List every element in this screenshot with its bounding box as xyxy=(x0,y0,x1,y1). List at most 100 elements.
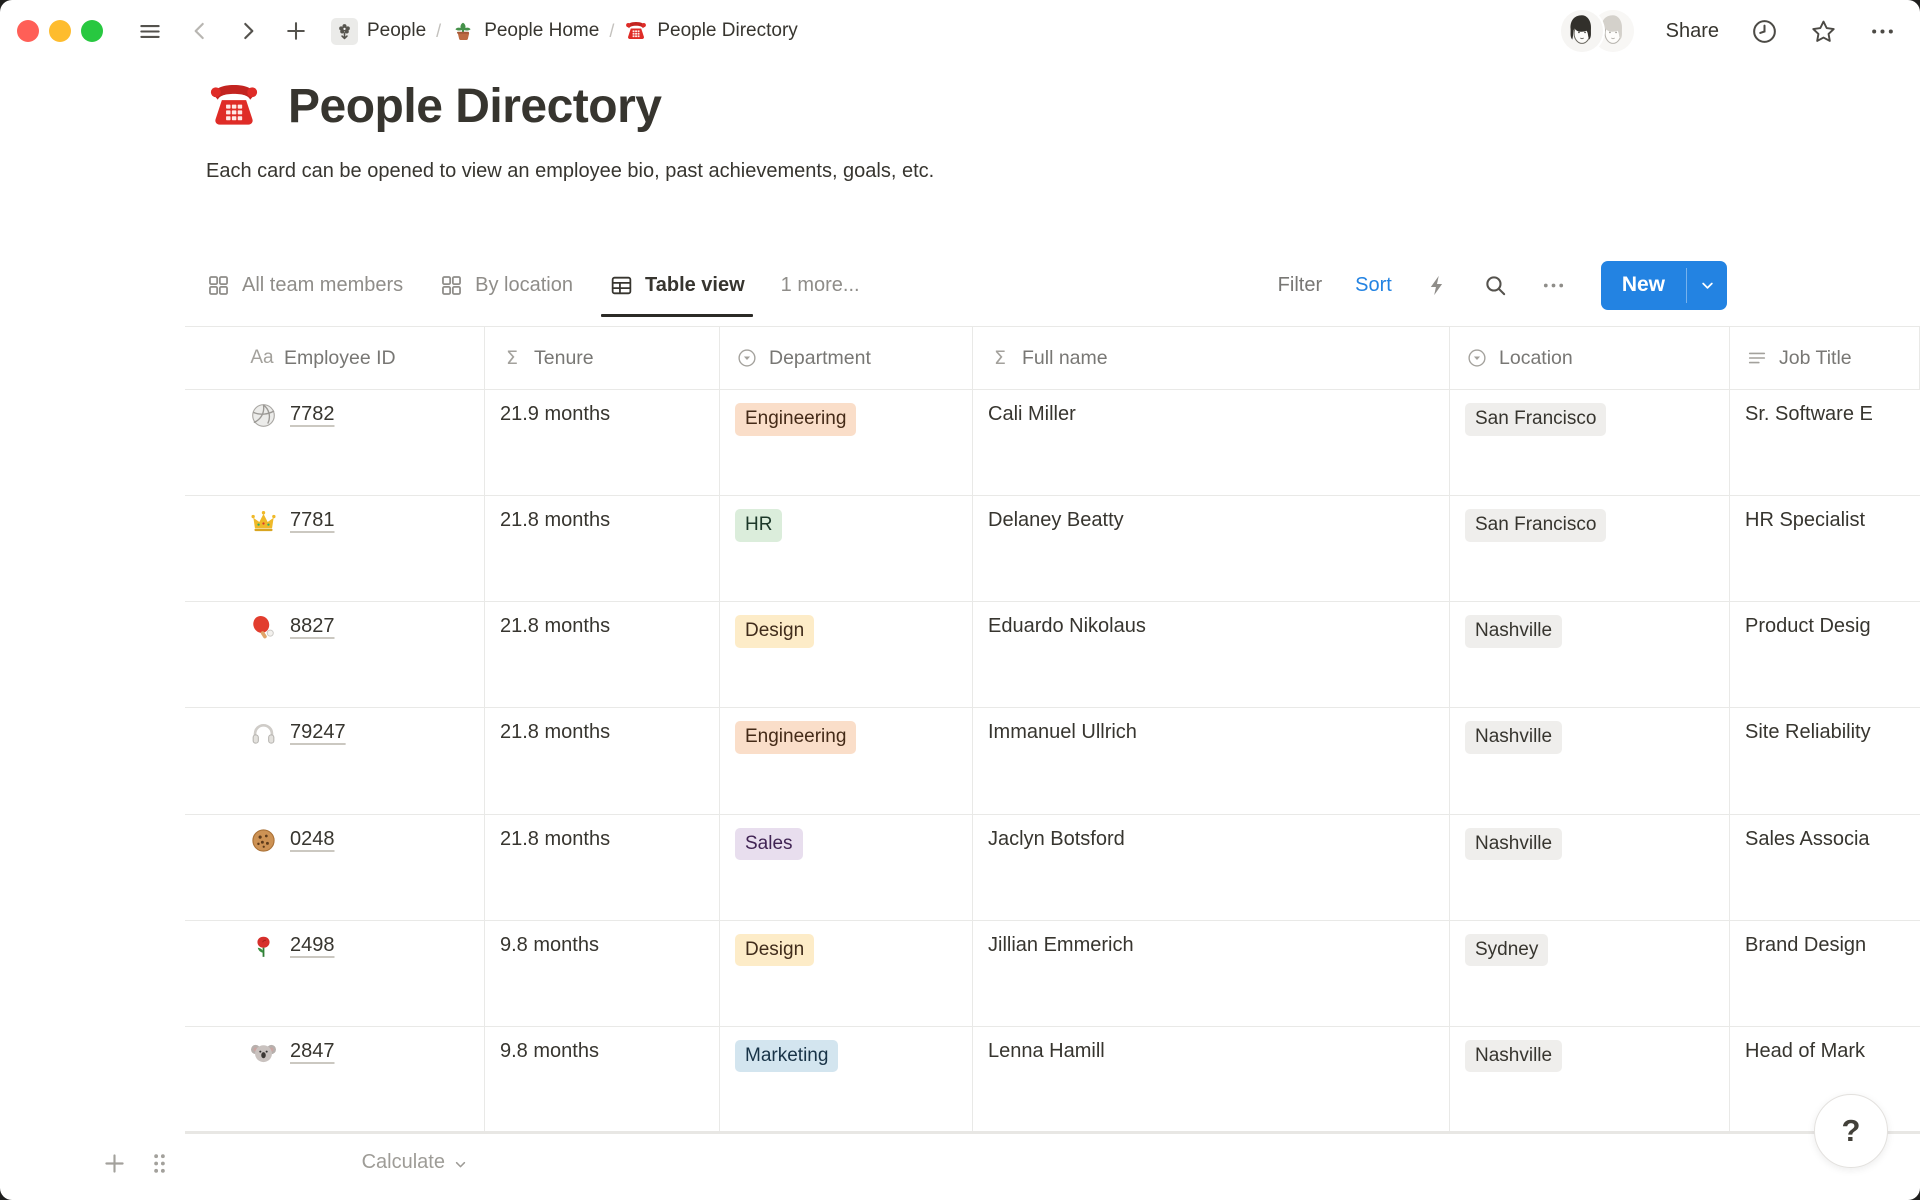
tenure-cell[interactable]: 21.9 months xyxy=(485,390,720,495)
breadcrumb-item-people[interactable]: People xyxy=(331,18,426,45)
gallery-view-icon xyxy=(439,273,464,298)
department-cell[interactable]: Design xyxy=(720,921,973,1026)
close-window-button[interactable] xyxy=(17,20,39,42)
employee-id-cell[interactable]: 2498 xyxy=(185,921,485,1026)
minimize-window-button[interactable] xyxy=(49,20,71,42)
location-cell[interactable]: Nashville xyxy=(1450,708,1730,813)
view-tabs: All team members By location Table view xyxy=(206,252,745,318)
collaborator-avatars[interactable] xyxy=(1561,10,1634,52)
full-name-cell[interactable]: Immanuel Ullrich xyxy=(973,708,1450,813)
job-title-cell[interactable]: Sales Associa xyxy=(1730,815,1920,920)
full-name-cell[interactable]: Eduardo Nikolaus xyxy=(973,602,1450,707)
department-cell[interactable]: Engineering xyxy=(720,390,973,495)
table-row[interactable]: 2498 9.8 months Design Jillian Emmerich … xyxy=(185,921,1920,1027)
tenure-cell[interactable]: 21.8 months xyxy=(485,708,720,813)
tenure-cell[interactable]: 21.8 months xyxy=(485,496,720,601)
employee-id-link[interactable]: 2498 xyxy=(290,934,335,957)
department-cell[interactable]: Sales xyxy=(720,815,973,920)
new-dropdown-button[interactable] xyxy=(1687,261,1727,310)
breadcrumb-item-people-home[interactable]: People Home xyxy=(451,19,599,43)
job-title-cell[interactable]: Product Desig xyxy=(1730,602,1920,707)
employee-id-link[interactable]: 7781 xyxy=(290,509,335,532)
tab-by-location[interactable]: By location xyxy=(439,252,573,318)
updates-clock-icon[interactable] xyxy=(1751,18,1778,45)
column-header-5[interactable]: Job Title xyxy=(1730,327,1920,389)
location-cell[interactable]: Nashville xyxy=(1450,1027,1730,1132)
department-cell[interactable]: Marketing xyxy=(720,1027,973,1132)
table-row[interactable]: 0248 21.8 months Sales Jaclyn Botsford N… xyxy=(185,815,1920,921)
job-title-cell[interactable]: Brand Design xyxy=(1730,921,1920,1026)
column-header-1[interactable]: Σ Tenure xyxy=(485,327,720,389)
new-button[interactable]: New xyxy=(1601,261,1686,310)
employee-id-link[interactable]: 0248 xyxy=(290,828,335,851)
tenure-cell[interactable]: 21.8 months xyxy=(485,602,720,707)
more-options-icon[interactable] xyxy=(1869,18,1896,45)
employee-id-link[interactable]: 79247 xyxy=(290,721,346,744)
location-cell[interactable]: Sydney xyxy=(1450,921,1730,1026)
search-icon[interactable] xyxy=(1483,273,1508,298)
tab-table-view[interactable]: Table view xyxy=(609,252,745,318)
table-row[interactable]: 2847 9.8 months Marketing Lenna Hamill N… xyxy=(185,1027,1920,1133)
nav-back-icon[interactable] xyxy=(187,18,213,44)
table-row[interactable]: 8827 21.8 months Design Eduardo Nikolaus… xyxy=(185,602,1920,708)
zoom-window-button[interactable] xyxy=(81,20,103,42)
sidebar-menu-icon[interactable] xyxy=(137,18,163,44)
tenure-cell[interactable]: 21.8 months xyxy=(485,815,720,920)
add-row-plus-icon[interactable] xyxy=(101,1150,128,1177)
employee-id-link[interactable]: 7782 xyxy=(290,403,335,426)
column-header-0[interactable]: Aa Employee ID xyxy=(185,327,485,389)
favorite-star-icon[interactable] xyxy=(1810,18,1837,45)
page-description[interactable]: Each card can be opened to view an emplo… xyxy=(206,160,934,183)
automations-bolt-icon[interactable] xyxy=(1425,273,1450,298)
location-cell[interactable]: Nashville xyxy=(1450,602,1730,707)
tab-all-team-members[interactable]: All team members xyxy=(206,252,403,318)
sort-button[interactable]: Sort xyxy=(1355,274,1392,297)
table-row[interactable]: 7781 21.8 months HR Delaney Beatty San F… xyxy=(185,496,1920,602)
nav-forward-icon[interactable] xyxy=(235,18,261,44)
department-cell[interactable]: Engineering xyxy=(720,708,973,813)
full-name-cell[interactable]: Delaney Beatty xyxy=(973,496,1450,601)
employee-id-cell[interactable]: 2847 xyxy=(185,1027,485,1132)
employee-id-cell[interactable]: 8827 xyxy=(185,602,485,707)
location-cell[interactable]: San Francisco xyxy=(1450,390,1730,495)
column-header-3[interactable]: Σ Full name xyxy=(973,327,1450,389)
column-header-2[interactable]: Department xyxy=(720,327,973,389)
formula-icon: Σ xyxy=(988,346,1012,370)
full-name-cell[interactable]: Jillian Emmerich xyxy=(973,921,1450,1026)
employee-id-cell[interactable]: 0248 xyxy=(185,815,485,920)
employee-id-cell[interactable]: 79247 xyxy=(185,708,485,813)
location-tag: Nashville xyxy=(1465,828,1562,861)
drag-handle-icon[interactable] xyxy=(146,1150,173,1177)
job-title-cell[interactable]: Sr. Software E xyxy=(1730,390,1920,495)
page-title[interactable]: People Directory xyxy=(288,81,661,134)
breadcrumb-item-people-directory[interactable]: People Directory xyxy=(624,19,797,43)
location-cell[interactable]: San Francisco xyxy=(1450,496,1730,601)
full-name-cell[interactable]: Lenna Hamill xyxy=(973,1027,1450,1132)
calculate-dropdown[interactable]: Calculate xyxy=(185,1151,469,1174)
full-name-cell[interactable]: Cali Miller xyxy=(973,390,1450,495)
job-title-cell[interactable]: Site Reliability xyxy=(1730,708,1920,813)
location-cell[interactable]: Nashville xyxy=(1450,815,1730,920)
help-button[interactable]: ? xyxy=(1814,1094,1888,1168)
tenure-cell[interactable]: 9.8 months xyxy=(485,921,720,1026)
page-emoji-red-telephone[interactable] xyxy=(206,78,262,134)
job-title-cell[interactable]: HR Specialist xyxy=(1730,496,1920,601)
tenure-cell[interactable]: 9.8 months xyxy=(485,1027,720,1132)
more-views-button[interactable]: 1 more... xyxy=(781,274,860,297)
full-name-cell[interactable]: Jaclyn Botsford xyxy=(973,815,1450,920)
view-options-icon[interactable] xyxy=(1541,273,1566,298)
department-cell[interactable]: Design xyxy=(720,602,973,707)
employee-id-link[interactable]: 8827 xyxy=(290,615,335,638)
employee-id-cell[interactable]: 7782 xyxy=(185,390,485,495)
employee-id-cell[interactable]: 7781 xyxy=(185,496,485,601)
location-tag: Nashville xyxy=(1465,721,1562,754)
employee-id-link[interactable]: 2847 xyxy=(290,1040,335,1063)
column-header-4[interactable]: Location xyxy=(1450,327,1730,389)
location-tag: Nashville xyxy=(1465,1040,1562,1073)
share-button[interactable]: Share xyxy=(1666,20,1719,43)
table-row[interactable]: 79247 21.8 months Engineering Immanuel U… xyxy=(185,708,1920,814)
department-cell[interactable]: HR xyxy=(720,496,973,601)
filter-button[interactable]: Filter xyxy=(1278,274,1322,297)
table-row[interactable]: 7782 21.9 months Engineering Cali Miller… xyxy=(185,390,1920,496)
new-tab-icon[interactable] xyxy=(283,18,309,44)
